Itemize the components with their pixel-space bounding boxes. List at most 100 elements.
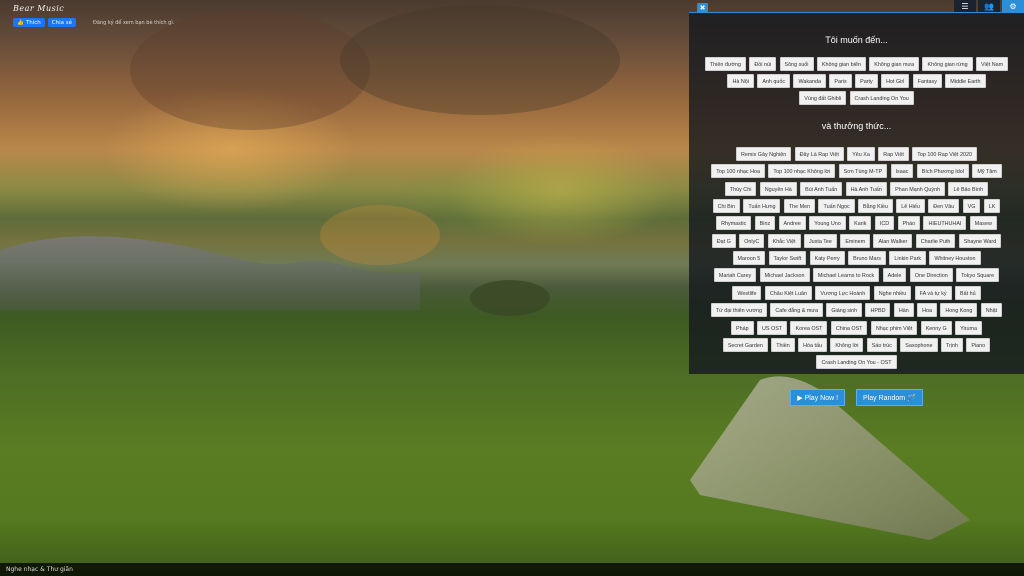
music-tag[interactable]: Top 100 Rap Việt 2020 xyxy=(912,146,977,161)
place-tag[interactable]: Việt Nam xyxy=(976,56,1009,71)
music-tag[interactable]: Michael Jackson xyxy=(759,268,810,283)
music-tag[interactable]: Yêu Xa xyxy=(847,146,875,161)
music-tag[interactable]: Bất hủ xyxy=(955,285,981,300)
music-tag[interactable]: Lê Bảo Bình xyxy=(948,181,989,196)
music-tag[interactable]: Không lời xyxy=(830,337,864,352)
music-tag[interactable]: Kenny G xyxy=(920,320,952,335)
facebook-share-button[interactable]: Chia sẻ xyxy=(47,18,76,27)
place-tag[interactable]: Anh quốc xyxy=(757,74,791,89)
place-tag[interactable]: Party xyxy=(855,74,878,89)
music-tag[interactable]: Bruno Mars xyxy=(848,251,887,266)
music-tag[interactable]: HPBD xyxy=(865,303,891,318)
music-tag[interactable]: Bằng Kiều xyxy=(858,198,893,213)
music-tag[interactable]: Nghe nhiều xyxy=(873,285,912,300)
place-tag[interactable]: Wakanda xyxy=(793,74,827,89)
music-tag[interactable]: Đây Là Rap Việt xyxy=(794,146,844,161)
music-tag[interactable]: Shayne Ward xyxy=(958,233,1002,248)
music-tag[interactable]: Taylor Swift xyxy=(768,251,807,266)
music-tag[interactable]: Đạt G xyxy=(711,233,736,248)
music-tag[interactable]: Karik xyxy=(849,216,872,231)
music-tag[interactable]: Remix Gây Nghiện xyxy=(736,146,792,161)
music-tag[interactable]: Trịnh xyxy=(940,337,963,352)
music-tag[interactable]: Linkin Park xyxy=(889,251,927,266)
music-tag[interactable]: Isaac xyxy=(890,164,914,179)
place-tag[interactable]: Crash Landing On You xyxy=(849,91,914,106)
music-tag[interactable]: Westlife xyxy=(732,285,762,300)
place-tag[interactable]: Thiên đường xyxy=(704,56,746,71)
music-tag[interactable]: Whitney Houston xyxy=(929,251,981,266)
place-tag[interactable]: Fantasy xyxy=(912,74,942,89)
music-tag[interactable]: Michael Learns to Rock xyxy=(812,268,880,283)
music-tag[interactable]: The Men xyxy=(783,198,816,213)
music-tag[interactable]: Tuấn Hưng xyxy=(743,198,781,213)
list-button[interactable]: ☰ xyxy=(954,0,976,12)
music-tag[interactable]: Binz xyxy=(754,216,776,231)
music-tag[interactable]: Pháp xyxy=(731,320,754,335)
music-tag[interactable]: Katy Perry xyxy=(809,251,845,266)
music-tag[interactable]: Secret Garden xyxy=(722,337,768,352)
music-tag[interactable]: Bùi Anh Tuấn xyxy=(800,181,843,196)
music-tag[interactable]: Đen Vâu xyxy=(928,198,960,213)
music-tag[interactable]: Cafe đắng & mưa xyxy=(770,303,823,318)
music-tag[interactable]: Châu Kiệt Luân xyxy=(764,285,813,300)
music-tag[interactable]: US OST xyxy=(757,320,788,335)
play-random-button[interactable]: Play Random 🪄 xyxy=(856,389,923,406)
place-tag[interactable]: Không gian mưa xyxy=(869,56,920,71)
place-tag[interactable]: Paris xyxy=(829,74,852,89)
music-tag[interactable]: Yiruma xyxy=(955,320,982,335)
music-tag[interactable]: Thiền xyxy=(771,337,795,352)
place-tag[interactable]: Middle Earth xyxy=(945,74,986,89)
music-tag[interactable]: Lê Hiếu xyxy=(896,198,925,213)
music-tag[interactable]: Giáng sinh xyxy=(826,303,863,318)
music-tag[interactable]: Hoa xyxy=(917,303,937,318)
place-tag[interactable]: Vùng đất Ghibli xyxy=(799,91,847,106)
place-tag[interactable]: Sông suối xyxy=(779,56,814,71)
music-tag[interactable]: HIEUTHUHAI xyxy=(923,216,967,231)
music-tag[interactable]: Hòa tấu xyxy=(798,337,828,352)
place-tag[interactable]: Không gian biển xyxy=(816,56,866,71)
place-tag[interactable]: Hà Nội xyxy=(727,74,754,89)
play-now-button[interactable]: ▶ Play Now ! xyxy=(790,389,846,406)
music-tag[interactable]: Khắc Việt xyxy=(767,233,801,248)
place-tag[interactable]: Hot Girl xyxy=(881,74,910,89)
music-tag[interactable]: Tuấn Ngọc xyxy=(818,198,855,213)
music-tag[interactable]: Andree xyxy=(778,216,806,231)
music-tag[interactable]: Mariah Carey xyxy=(713,268,757,283)
music-tag[interactable]: Tứ đại thiên vương xyxy=(710,303,767,318)
place-tag[interactable]: Đồi núi xyxy=(749,56,777,71)
music-tag[interactable]: Masew xyxy=(969,216,997,231)
music-tag[interactable]: Nhạc phim Việt xyxy=(870,320,918,335)
music-tag[interactable]: Rhymastic xyxy=(716,216,752,231)
music-tag[interactable]: Korea OST xyxy=(790,320,828,335)
music-tag[interactable]: Sáo trúc xyxy=(866,337,897,352)
music-tag[interactable]: Hà Anh Tuấn xyxy=(845,181,887,196)
music-tag[interactable]: Saxophone xyxy=(900,337,938,352)
music-tag[interactable]: Piano xyxy=(966,337,991,352)
music-tag[interactable]: Eminem xyxy=(840,233,871,248)
music-tag[interactable]: Charlie Puth xyxy=(915,233,956,248)
music-tag[interactable]: Pháo xyxy=(897,216,921,231)
music-tag[interactable]: Rap Việt xyxy=(878,146,909,161)
users-button[interactable]: 👥 xyxy=(978,0,1000,12)
music-tag[interactable]: FA và tự kỷ xyxy=(914,285,952,300)
music-tag[interactable]: Adele xyxy=(882,268,907,283)
music-tag[interactable]: Vương Lực Hoành xyxy=(815,285,871,300)
music-tag[interactable]: Mỹ Tâm xyxy=(972,164,1002,179)
music-tag[interactable]: Maroon 5 xyxy=(732,251,766,266)
music-tag[interactable]: China OST xyxy=(830,320,868,335)
facebook-like-button[interactable]: 👍 Thích xyxy=(13,18,45,27)
music-tag[interactable]: Hàn xyxy=(893,303,914,318)
music-tag[interactable]: LK xyxy=(983,198,1001,213)
music-tag[interactable]: Tokyo Square xyxy=(956,268,1000,283)
music-tag[interactable]: Top 100 nhạc Không lời xyxy=(768,164,836,179)
place-tag[interactable]: Không gian rừng xyxy=(922,56,973,71)
music-tag[interactable]: Bích Phương Idol xyxy=(916,164,969,179)
music-tag[interactable]: Phan Mạnh Quỳnh xyxy=(890,181,946,196)
settings-button[interactable]: ⚙ xyxy=(1002,0,1024,12)
music-tag[interactable]: OnlyC xyxy=(739,233,765,248)
music-tag[interactable]: ICD xyxy=(874,216,895,231)
music-tag[interactable]: Nguyên Hà xyxy=(759,181,797,196)
music-tag[interactable]: Alan Walker xyxy=(873,233,913,248)
music-tag[interactable]: One Direction xyxy=(909,268,953,283)
music-tag[interactable]: Justa Tee xyxy=(803,233,837,248)
